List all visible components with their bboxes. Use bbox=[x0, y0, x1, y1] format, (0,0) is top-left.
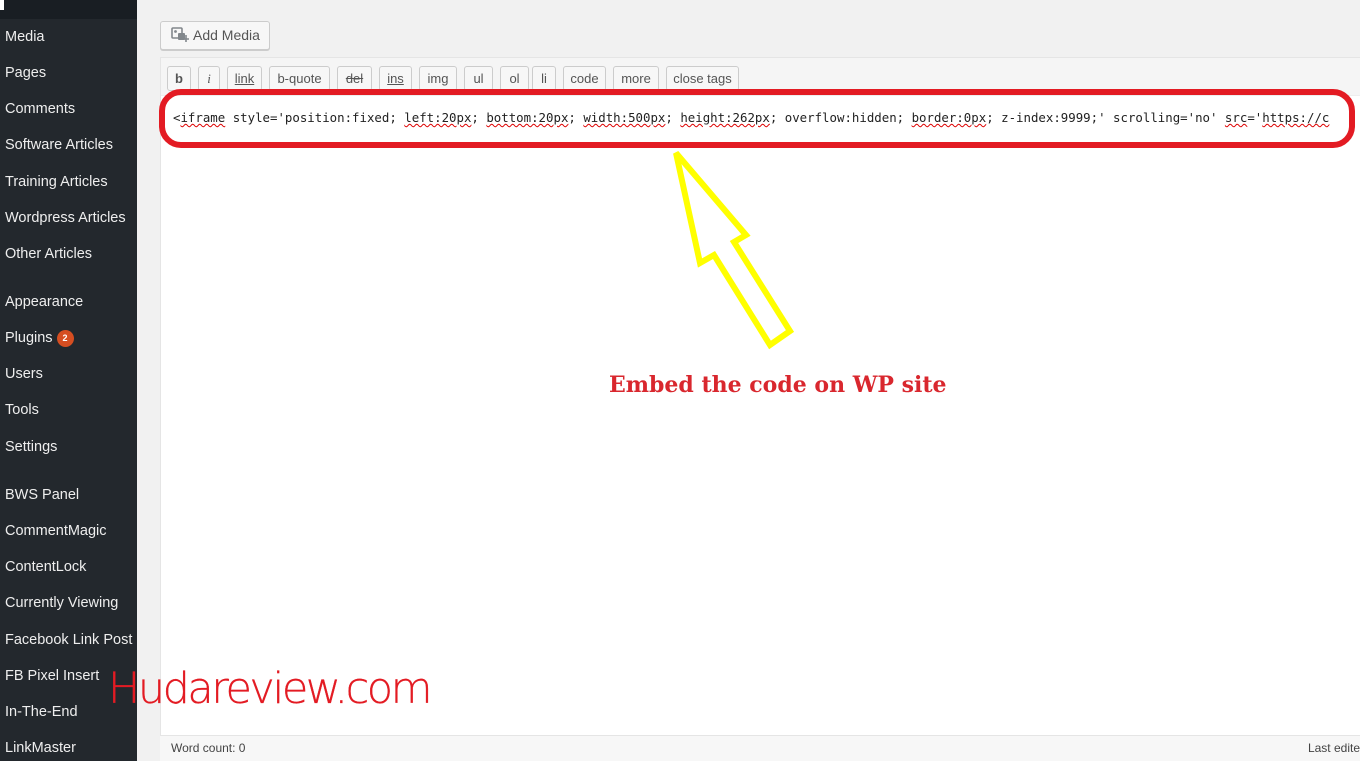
last-edited: Last edite bbox=[1307, 741, 1360, 755]
sidebar-item-label: Facebook Link Post bbox=[5, 632, 133, 648]
qt-li-button[interactable]: li bbox=[532, 66, 556, 91]
qt-close-tags-button[interactable]: close tags bbox=[666, 66, 739, 91]
sidebar-item-commentmagic[interactable]: CommentMagic bbox=[5, 521, 107, 541]
quicktags-toolbar: b i link b-quote del ins img ul ol li co… bbox=[161, 58, 1360, 96]
code-part: ; bbox=[665, 110, 681, 125]
sidebar-item-label: Currently Viewing bbox=[5, 595, 119, 611]
sidebar-item-label: BWS Panel bbox=[5, 487, 80, 503]
sidebar-item-label: LinkMaster bbox=[5, 740, 76, 756]
qt-link-button[interactable]: link bbox=[227, 66, 262, 91]
code-part: ; z-index:9999;' scrolling='no' bbox=[986, 110, 1225, 125]
add-media-label: Add Media bbox=[193, 27, 260, 43]
code-part-misspelled: left:20px bbox=[404, 110, 472, 125]
sidebar-item-label: FB Pixel Insert bbox=[5, 668, 100, 684]
sidebar-item-contentlock[interactable]: ContentLock bbox=[5, 557, 86, 577]
sidebar-item-linkmaster[interactable]: LinkMaster bbox=[5, 738, 76, 758]
yellow-arrow-icon bbox=[673, 151, 795, 350]
qt-img-button[interactable]: img bbox=[419, 66, 457, 91]
sidebar-item-label: In-The-End bbox=[5, 704, 78, 720]
qt-more-button[interactable]: more bbox=[613, 66, 659, 91]
sidebar-item-users[interactable]: Users bbox=[5, 364, 43, 384]
sidebar-item-label: Appearance bbox=[5, 294, 84, 310]
qt-italic-button[interactable]: i bbox=[198, 66, 220, 91]
sidebar-item-other-articles[interactable]: Other Articles bbox=[5, 244, 92, 264]
code-part-misspelled: iframe bbox=[180, 110, 226, 125]
sidebar-item-label: Settings bbox=[5, 439, 58, 455]
sidebar-item-label: Media bbox=[5, 29, 45, 45]
sidebar-item-label: CommentMagic bbox=[5, 523, 107, 539]
editor-status-bar: Word count: 0 Last edite bbox=[160, 735, 1360, 761]
sidebar-item-bws-panel[interactable]: BWS Panel bbox=[5, 485, 79, 505]
code-part: =' bbox=[1247, 110, 1263, 125]
sidebar-item-training-articles[interactable]: Training Articles bbox=[5, 172, 108, 192]
sidebar-item-label: Other Articles bbox=[5, 246, 93, 262]
sidebar-item-label: Pages bbox=[5, 65, 47, 81]
sidebar-item-software-articles[interactable]: Software Articles bbox=[5, 135, 113, 155]
sidebar-item-currently-viewing[interactable]: Currently Viewing bbox=[5, 593, 118, 613]
word-count: Word count: 0 bbox=[171, 741, 246, 755]
annotation-text: Embed the code on WP site bbox=[609, 372, 947, 398]
qt-ins-button[interactable]: ins bbox=[379, 66, 412, 91]
sidebar-item-fb-pixel-insert[interactable]: FB Pixel Insert bbox=[5, 666, 99, 686]
sidebar-item-in-the-end[interactable]: In-The-End bbox=[5, 702, 78, 722]
sidebar-item-label: Software Articles bbox=[5, 137, 113, 153]
code-part-misspelled: width:500px bbox=[583, 110, 666, 125]
sidebar-item-label: ContentLock bbox=[5, 559, 87, 575]
sidebar-item-label: Tools bbox=[5, 402, 39, 418]
sidebar-item-label: Training Articles bbox=[5, 174, 108, 190]
code-part: ; bbox=[568, 110, 584, 125]
sidebar-item-facebook-link-post[interactable]: Facebook Link Post bbox=[5, 630, 132, 650]
code-part-misspelled: bottom:20px bbox=[486, 110, 569, 125]
admin-sidebar: Media Pages Comments Software Articles T… bbox=[0, 0, 137, 761]
sidebar-item-pages[interactable]: Pages bbox=[5, 63, 46, 83]
sidebar-item-plugins[interactable]: Plugins 2 bbox=[5, 328, 74, 348]
sidebar-item-media[interactable]: Media bbox=[5, 27, 45, 47]
sidebar-item-label: Comments bbox=[5, 101, 76, 117]
plugins-update-badge: 2 bbox=[56, 330, 74, 347]
qt-ol-button[interactable]: ol bbox=[500, 66, 529, 91]
qt-code-button[interactable]: code bbox=[563, 66, 606, 91]
sidebar-item-label: Users bbox=[5, 366, 43, 382]
sidebar-item-settings[interactable]: Settings bbox=[5, 437, 57, 457]
sidebar-item-wordpress-articles[interactable]: Wordpress Articles bbox=[5, 208, 126, 228]
code-part-misspelled: height:262px bbox=[680, 110, 770, 125]
code-part-misspelled: src bbox=[1224, 110, 1248, 125]
add-media-button[interactable]: Add Media bbox=[160, 21, 270, 50]
sidebar-item-appearance[interactable]: Appearance bbox=[5, 292, 83, 312]
add-media-icon bbox=[171, 27, 189, 43]
sidebar-top-strip bbox=[0, 0, 137, 19]
sidebar-item-comments[interactable]: Comments bbox=[5, 99, 75, 119]
code-part-misspelled: https://c bbox=[1262, 110, 1330, 125]
qt-bquote-button[interactable]: b-quote bbox=[269, 66, 330, 91]
qt-ul-button[interactable]: ul bbox=[464, 66, 493, 91]
sidebar-item-label: Plugins bbox=[5, 330, 53, 346]
sidebar-item-label: Wordpress Articles bbox=[5, 210, 126, 226]
qt-bold-button[interactable]: b bbox=[167, 66, 191, 91]
watermark-text: Hudareview.com bbox=[108, 664, 433, 714]
qt-del-button[interactable]: del bbox=[337, 66, 372, 91]
editor-code-line[interactable]: <iframe style='position:fixed; left:20px… bbox=[173, 110, 1329, 125]
code-part: ; bbox=[471, 110, 487, 125]
code-part: style='position:fixed; bbox=[225, 110, 405, 125]
code-part: ; overflow:hidden; bbox=[769, 110, 912, 125]
sidebar-item-tools[interactable]: Tools bbox=[5, 400, 39, 420]
code-part-misspelled: border:0px bbox=[911, 110, 987, 125]
